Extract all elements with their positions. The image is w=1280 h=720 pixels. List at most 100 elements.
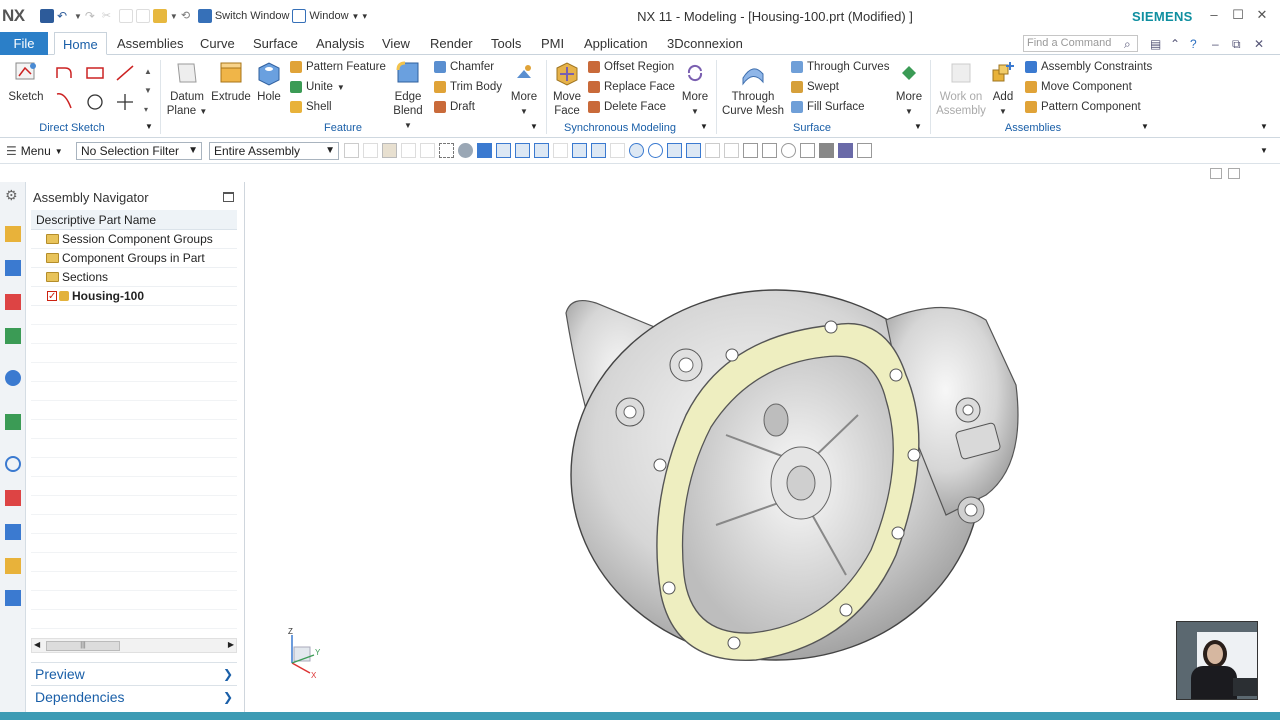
- tab-pmi[interactable]: PMI: [541, 32, 564, 55]
- dependencies-panel-header[interactable]: Dependencies ❯: [31, 685, 237, 707]
- snap-existing-point-icon[interactable]: [629, 143, 644, 158]
- process-studio-tab-icon[interactable]: [5, 524, 21, 540]
- arc-icon[interactable]: [56, 93, 72, 109]
- tab-home[interactable]: Home: [54, 32, 107, 55]
- tree-item-session-component-groups[interactable]: Session Component Groups: [31, 230, 237, 249]
- tab-view[interactable]: View: [382, 32, 410, 55]
- navigator-maximize-button[interactable]: [223, 192, 234, 202]
- tab-application[interactable]: Application: [584, 32, 648, 55]
- constraint-navigator-tab-icon[interactable]: [5, 260, 21, 276]
- doc-restore-button[interactable]: ⧉: [1232, 37, 1241, 52]
- background-icon[interactable]: [857, 143, 872, 158]
- snap-control-point-icon[interactable]: [534, 143, 549, 158]
- trim-body-button[interactable]: Trim Body: [434, 81, 502, 93]
- collapse-ribbon-icon[interactable]: ⌃: [1170, 37, 1180, 51]
- doc-close-button[interactable]: ✕: [1254, 37, 1264, 51]
- navigator-horizontal-scrollbar[interactable]: ◀ ||| ▶: [31, 638, 237, 653]
- work-on-assembly-button[interactable]: Work on Assembly: [934, 60, 988, 118]
- resource-bar-settings-icon[interactable]: ⚙: [5, 187, 21, 203]
- graphics-window[interactable]: Z X Y: [246, 165, 1280, 712]
- tab-curve[interactable]: Curve: [200, 32, 235, 55]
- pattern-component-button[interactable]: Pattern Component: [1025, 101, 1141, 113]
- assembly-constraints-button[interactable]: Assembly Constraints: [1025, 61, 1152, 73]
- replace-face-button[interactable]: Replace Face: [588, 81, 675, 93]
- solid-body-icon[interactable]: [477, 143, 492, 158]
- through-curves-button[interactable]: Through Curves: [791, 61, 889, 73]
- fit-view-icon[interactable]: [743, 143, 758, 158]
- visibility-checkbox[interactable]: [47, 287, 57, 306]
- menu-button[interactable]: ☰ Menu ▼: [6, 144, 63, 158]
- search-icon[interactable]: ⌕: [1124, 37, 1131, 52]
- tab-file[interactable]: File: [0, 32, 48, 55]
- preview-panel-header[interactable]: Preview ❯: [31, 662, 237, 684]
- edit-section-icon[interactable]: [838, 143, 853, 158]
- scroll-right-icon[interactable]: ▶: [228, 640, 234, 649]
- snap-intersection-icon[interactable]: [553, 143, 568, 158]
- feature-more-button[interactable]: More ▼: [508, 60, 540, 119]
- through-curve-mesh-button[interactable]: Through Curve Mesh: [720, 60, 786, 118]
- roles-tab-icon[interactable]: [5, 590, 21, 606]
- tree-item-housing-100[interactable]: Housing-100: [31, 287, 237, 306]
- cursor-icon[interactable]: [420, 143, 435, 158]
- show-hide-icon[interactable]: [401, 143, 416, 158]
- pattern-feature-button[interactable]: Pattern Feature: [290, 61, 386, 73]
- tab-3dconnexion[interactable]: 3Dconnexion: [667, 32, 743, 55]
- rotate-view-icon[interactable]: [781, 143, 796, 158]
- section-view-icon[interactable]: [800, 143, 815, 158]
- scrollbar-thumb[interactable]: |||: [46, 641, 120, 651]
- selection-bar-overflow-dropdown[interactable]: ▼: [1260, 146, 1268, 155]
- zoom-icon[interactable]: [762, 143, 777, 158]
- surface-more-button[interactable]: More ▼: [893, 60, 925, 119]
- extrude-button[interactable]: Extrude: [210, 60, 252, 104]
- assembly-navigator-tab-icon[interactable]: [5, 226, 21, 242]
- ribbon-options-icon[interactable]: ▤: [1150, 37, 1161, 51]
- type-filter-icon[interactable]: [382, 143, 397, 158]
- snap-arc-center-icon[interactable]: [572, 143, 587, 158]
- ribbon-overflow-dropdown[interactable]: ▼: [1260, 122, 1268, 131]
- tab-analysis[interactable]: Analysis: [316, 32, 364, 55]
- web-browser-tab-icon[interactable]: [5, 370, 21, 386]
- tree-item-sections[interactable]: Sections: [31, 268, 237, 287]
- snap-tangent-icon[interactable]: [591, 143, 606, 158]
- help-icon[interactable]: ?: [1190, 37, 1197, 51]
- find-command-input[interactable]: Find a Command: [1023, 35, 1138, 52]
- move-face-button[interactable]: Move Face: [550, 60, 584, 118]
- history-tab-icon[interactable]: [5, 414, 21, 430]
- view-orient-icon[interactable]: [705, 143, 720, 158]
- snap-mid-point-icon[interactable]: [515, 143, 530, 158]
- display-style-icon[interactable]: [819, 143, 834, 158]
- system-materials-tab-icon[interactable]: [5, 490, 21, 506]
- edge-blend-button[interactable]: Edge Blend ▼: [388, 60, 428, 133]
- datum-plane-button[interactable]: Datum Plane ▼: [166, 60, 208, 119]
- layer-icon[interactable]: [724, 143, 739, 158]
- manufacturing-wizards-tab-icon[interactable]: [5, 558, 21, 574]
- clock-tab-icon[interactable]: [5, 456, 21, 472]
- scroll-left-icon[interactable]: ◀: [34, 640, 40, 649]
- move-component-button[interactable]: Move Component: [1025, 81, 1132, 93]
- hole-button[interactable]: Hole: [254, 60, 284, 104]
- housing-model-view[interactable]: [246, 165, 1280, 712]
- tree-item-component-groups-in-part[interactable]: Component Groups in Part: [31, 249, 237, 268]
- snap-point-on-surface-icon[interactable]: [667, 143, 682, 158]
- general-selection-icon[interactable]: [344, 143, 359, 158]
- tab-render[interactable]: Render: [430, 32, 473, 55]
- snap-end-point-icon[interactable]: [496, 143, 511, 158]
- sketch-button[interactable]: Sketch: [8, 60, 44, 104]
- profile-icon[interactable]: [56, 67, 72, 78]
- rectangle-select-icon[interactable]: [439, 143, 454, 158]
- delete-face-button[interactable]: Delete Face: [588, 101, 666, 113]
- point-icon[interactable]: [117, 94, 133, 110]
- chamfer-button[interactable]: Chamfer: [434, 61, 494, 73]
- sketch-gallery-scroll[interactable]: ▲ ▼ ▾: [144, 62, 152, 119]
- add-component-button[interactable]: Add ▼: [988, 60, 1018, 119]
- viewport-restore-icon[interactable]: [1210, 168, 1222, 179]
- maximize-button[interactable]: ☐: [1228, 7, 1248, 25]
- tab-assemblies[interactable]: Assemblies: [117, 32, 183, 55]
- snap-point-on-curve-icon[interactable]: [648, 143, 663, 158]
- unite-button[interactable]: Unite ▼: [290, 81, 345, 93]
- swept-button[interactable]: Swept: [791, 81, 839, 93]
- sync-group-dropdown[interactable]: ▼: [700, 122, 708, 131]
- minimize-button[interactable]: –: [1204, 7, 1224, 25]
- offset-region-button[interactable]: Offset Region: [588, 61, 674, 73]
- line-icon[interactable]: [116, 65, 134, 81]
